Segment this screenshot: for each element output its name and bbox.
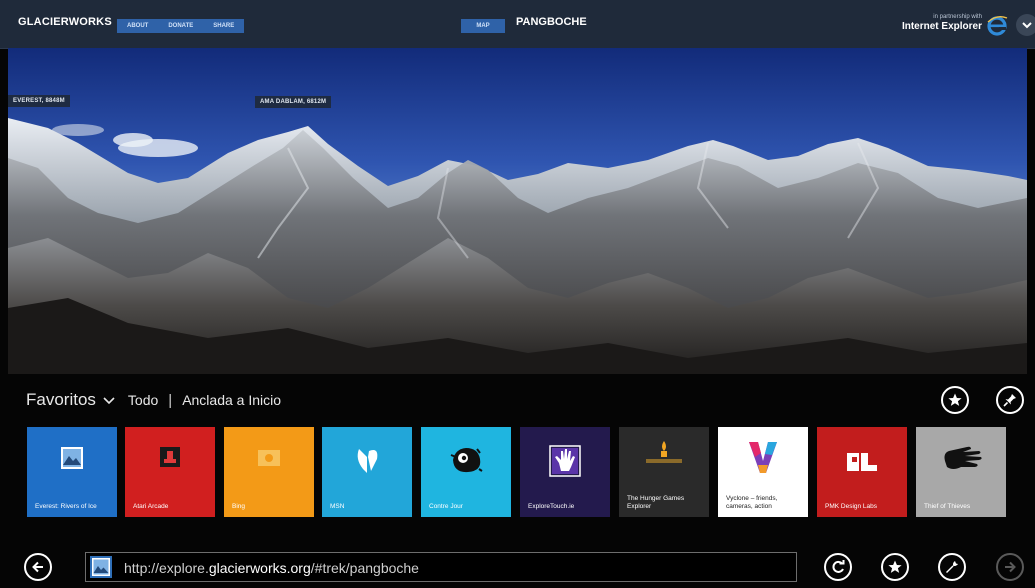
chevron-down-icon	[1022, 22, 1032, 29]
tile-thief-of-thieves[interactable]: Thief of Thieves	[916, 427, 1006, 517]
panorama-image	[8, 48, 1027, 374]
hand-touch-icon	[549, 445, 581, 477]
site-header: GLACIERWORKS ABOUT DONATE SHARE MAP PANG…	[0, 0, 1035, 49]
tile-everest[interactable]: Everest: Rivers of Ice	[27, 427, 117, 517]
hand-silhouette-icon	[944, 446, 982, 469]
vyclone-icon	[749, 442, 777, 473]
bing-icon	[258, 450, 280, 466]
nav-share[interactable]: SHARE	[203, 19, 244, 33]
filter-pinned[interactable]: Anclada a Inicio	[182, 392, 281, 408]
url-domain: glacierworks.org	[208, 560, 311, 576]
tile-msn[interactable]: MSN	[322, 427, 412, 517]
tile-pmk-design-labs[interactable]: PMK Design Labs	[817, 427, 907, 517]
site-favicon	[90, 556, 112, 578]
msn-butterfly-icon	[357, 449, 378, 473]
site-nav: ABOUT DONATE SHARE	[117, 19, 245, 33]
tile-label: ExploreTouch.ie	[528, 503, 575, 510]
pin-icon	[1003, 394, 1016, 407]
favorites-tiles: Everest: Rivers of Ice Atari Arcade Bing…	[27, 427, 1017, 519]
location-title: PANGBOCHE	[516, 16, 587, 28]
arrow-right-icon	[1005, 561, 1016, 573]
refresh-button[interactable]	[824, 553, 852, 581]
tile-label: The Hunger Games Explorer	[627, 495, 685, 510]
tile-label: Atari Arcade	[133, 503, 169, 510]
pin-to-start-button[interactable]	[996, 386, 1024, 414]
partner-credit: in partnership with Internet Explorer	[896, 13, 982, 32]
favorites-header: Favoritos Todo | Anclada a Inicio	[26, 390, 281, 410]
pmk-logo-icon	[847, 453, 877, 471]
tile-label: Everest: Rivers of Ice	[35, 503, 97, 510]
tile-contre-jour[interactable]: Contre Jour	[421, 427, 511, 517]
filter-separator: |	[168, 391, 173, 409]
contre-jour-creature-icon	[450, 448, 483, 473]
url-suffix: /#trek/pangboche	[310, 560, 419, 576]
peak-label-everest[interactable]: EVEREST, 8848M	[8, 95, 70, 107]
add-favorite-button[interactable]	[941, 386, 969, 414]
url-prefix: http://explore.	[124, 560, 209, 576]
wrench-icon	[946, 561, 958, 573]
landscape-photo-icon	[92, 558, 110, 576]
tile-label: PMK Design Labs	[825, 503, 878, 510]
refresh-icon	[832, 560, 845, 573]
chevron-down-icon[interactable]	[102, 395, 116, 405]
favorites-title[interactable]: Favoritos	[26, 390, 96, 410]
tile-hunger-games[interactable]: The Hunger Games Explorer	[619, 427, 709, 517]
address-bar[interactable]: http://explore.glacierworks.org/#trek/pa…	[85, 552, 797, 582]
brand-logo[interactable]: GLACIERWORKS	[18, 16, 112, 28]
tile-label: Bing	[232, 503, 246, 510]
star-icon	[948, 393, 962, 406]
mountain-panorama[interactable]: EVEREST, 8848M AMA DABLAM, 6812M	[8, 48, 1027, 374]
forward-button[interactable]	[996, 553, 1024, 581]
landscape-photo-icon	[61, 447, 83, 469]
favorites-button[interactable]	[881, 553, 909, 581]
internet-explorer-icon	[987, 15, 1008, 36]
tile-label: Contre Jour	[429, 503, 463, 510]
tile-label: MSN	[330, 503, 345, 510]
arrow-left-icon	[32, 561, 43, 573]
filter-all[interactable]: Todo	[128, 392, 158, 408]
tile-atari-arcade[interactable]: Atari Arcade	[125, 427, 215, 517]
nav-about[interactable]: ABOUT	[117, 19, 158, 33]
favorites-bar: Favoritos Todo | Anclada a Inicio Everes…	[0, 374, 1035, 588]
nav-donate[interactable]: DONATE	[158, 19, 203, 33]
star-icon	[888, 560, 902, 573]
expand-menu-button[interactable]	[1016, 14, 1035, 36]
map-button[interactable]: MAP	[461, 19, 505, 33]
tile-vyclone[interactable]: Vyclone – friends, cameras, action	[718, 427, 808, 517]
tile-exploretouch[interactable]: ExploreTouch.ie	[520, 427, 610, 517]
hunger-games-icon	[646, 441, 682, 463]
tile-label: Vyclone – friends, cameras, action	[726, 495, 778, 510]
peak-label-ama-dablam[interactable]: AMA DABLAM, 6812M	[255, 96, 332, 108]
arcade-icon	[160, 447, 180, 467]
tile-bing[interactable]: Bing	[224, 427, 314, 517]
partner-name: Internet Explorer	[901, 21, 982, 32]
page-tools-button[interactable]	[938, 553, 966, 581]
url-text[interactable]: http://explore.glacierworks.org/#trek/pa…	[124, 560, 419, 576]
tile-label: Thief of Thieves	[924, 503, 971, 510]
back-button[interactable]	[24, 553, 52, 581]
